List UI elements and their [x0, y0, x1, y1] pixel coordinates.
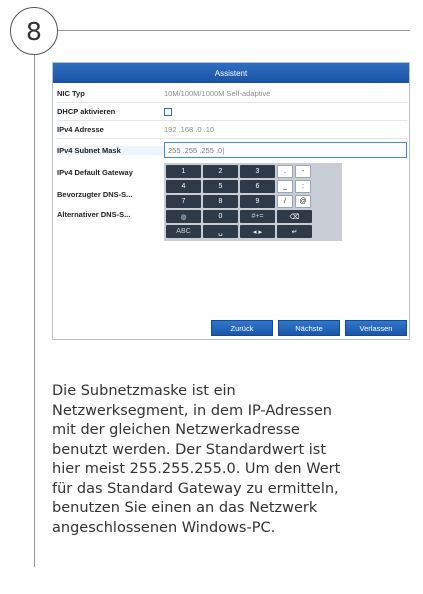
key-dot[interactable]: . [277, 165, 293, 178]
key-colon[interactable]: : [295, 180, 311, 193]
dhcp-label: DHCP aktivieren [57, 107, 116, 116]
preferred-dns-label: Bevorzugter DNS-S... [57, 189, 133, 199]
caption-line: Netzwerksegment, in dem IP-Adressen [52, 402, 332, 419]
backspace-icon[interactable]: ⌫ [277, 210, 312, 223]
key-4[interactable]: 4 [166, 180, 201, 193]
caption-line: benutzen Sie einen an das Netzwerk [52, 500, 318, 516]
description-text: Die Subnetzmaske ist ein Netzwerksegment… [52, 382, 407, 538]
next-button[interactable]: Nächste [278, 320, 340, 336]
onscreen-keyboard: 1 2 3 . - 4 5 6 _ : 7 8 9 / @ ◍ 0 #+= ⌫ … [164, 163, 342, 241]
caption-line: benutzt werden. Der Standardwert ist [52, 441, 327, 458]
top-divider [58, 30, 410, 31]
caption-line: Die Subnetzmaske ist ein [52, 383, 236, 399]
left-divider [34, 55, 35, 567]
key-2[interactable]: 2 [203, 165, 238, 178]
wizard-dialog: Assistent NIC Typ 10M/100M/1000M Self-ad… [52, 62, 410, 340]
ipv4-address-row: IPv4 Adresse 192 .168 .0 .10 [57, 121, 407, 139]
space-icon[interactable]: ␣ [203, 225, 238, 238]
keyboard-row: ABC ␣ ◂ ▸ ↵ [166, 225, 340, 238]
key-underscore[interactable]: _ [277, 180, 293, 193]
nic-type-label: NIC Typ [57, 89, 85, 98]
caption-line: mit der gleichen Netzwerkadresse [52, 422, 300, 438]
caption-line: angeschlossenen Windows-PC. [52, 519, 276, 536]
key-3[interactable]: 3 [240, 165, 275, 178]
key-7[interactable]: 7 [166, 195, 201, 208]
arrow-left-right-icon[interactable]: ◂ ▸ [240, 225, 275, 238]
step-number-badge: 8 [10, 7, 58, 55]
key-8[interactable]: 8 [203, 195, 238, 208]
dhcp-checkbox[interactable] [164, 107, 172, 116]
ipv4-address-field[interactable]: 192 .168 .0 .10 [164, 125, 214, 134]
alternate-dns-label: Alternativer DNS-S... [57, 209, 131, 219]
nic-type-value: 10M/100M/1000M Self-adaptive [164, 89, 271, 98]
caption-line: hier meist 255.255.255.0. Um den Wert [52, 461, 341, 477]
subnet-mask-input[interactable]: 255 .255 .255 .0| [164, 142, 407, 158]
keyboard-row: 4 5 6 _ : [166, 180, 340, 193]
key-at[interactable]: @ [295, 195, 311, 208]
dialog-button-bar: Zurück Nächste Verlassen [53, 317, 409, 339]
keyboard-row: 7 8 9 / @ [166, 195, 340, 208]
exit-button[interactable]: Verlassen [345, 320, 407, 336]
dhcp-row: DHCP aktivieren [57, 103, 407, 121]
default-gateway-label: IPv4 Default Gateway [57, 167, 133, 177]
subnet-mask-row: IPv4 Subnet Mask 255 .255 .255 .0| [57, 141, 407, 159]
enter-icon[interactable]: ↵ [277, 225, 312, 238]
step-number: 8 [26, 16, 42, 46]
key-5[interactable]: 5 [203, 180, 238, 193]
back-button[interactable]: Zurück [211, 320, 273, 336]
key-9[interactable]: 9 [240, 195, 275, 208]
key-dash[interactable]: - [295, 165, 311, 178]
dialog-title: Assistent [53, 63, 409, 83]
keyboard-row: 1 2 3 . - [166, 165, 340, 178]
key-1[interactable]: 1 [166, 165, 201, 178]
ipv4-address-label: IPv4 Adresse [57, 125, 104, 134]
key-abc[interactable]: ABC [166, 225, 201, 238]
key-slash[interactable]: / [277, 195, 293, 208]
globe-icon[interactable]: ◍ [166, 210, 201, 223]
keyboard-row: ◍ 0 #+= ⌫ [166, 210, 340, 223]
subnet-mask-label: IPv4 Subnet Mask [57, 145, 164, 155]
key-6[interactable]: 6 [240, 180, 275, 193]
nic-type-row: NIC Typ 10M/100M/1000M Self-adaptive [57, 85, 407, 103]
key-symbols[interactable]: #+= [240, 210, 275, 223]
caption-line: für das Standard Gateway zu ermitteln, [52, 480, 339, 497]
key-0[interactable]: 0 [203, 210, 238, 223]
